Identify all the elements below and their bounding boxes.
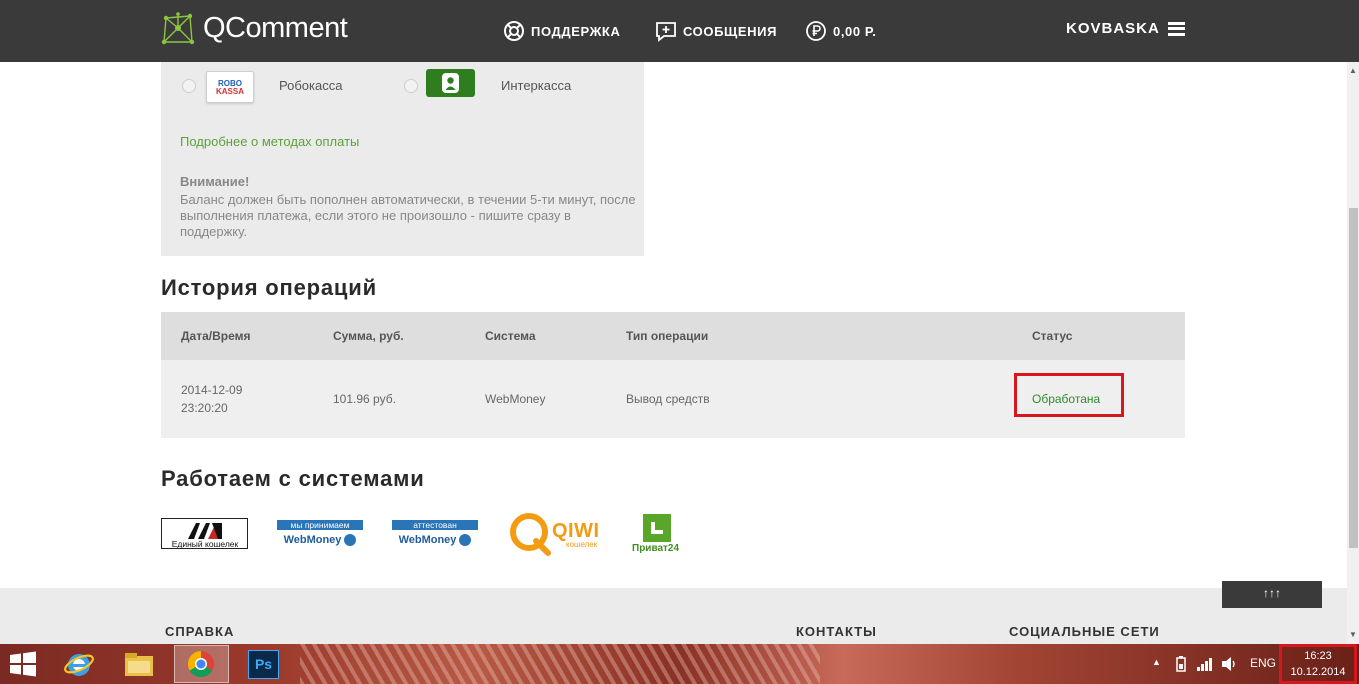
payment-methods-more-link[interactable]: Подробнее о методах оплаты	[180, 134, 359, 149]
edinyi-koshelek-mark-icon	[188, 523, 222, 539]
footer-help-heading: СПРАВКА	[165, 624, 235, 639]
webmoney-globe-icon	[344, 534, 357, 546]
col-header-system: Система	[485, 329, 536, 343]
nav-support[interactable]: ПОДДЕРЖКА	[503, 20, 620, 42]
user-menu[interactable]: KOVBASKA	[1066, 20, 1185, 37]
username: KOVBASKA	[1066, 20, 1160, 37]
privat24-mark-icon	[643, 514, 671, 542]
windows-start-icon[interactable]	[9, 651, 37, 677]
file-explorer-icon[interactable]	[122, 648, 156, 680]
warning-text: Баланс должен быть пополнен автоматическ…	[180, 192, 636, 239]
nav-messages[interactable]: СООБЩЕНИЯ	[655, 20, 777, 42]
webmoney-accept-caption: мы принимаем	[277, 520, 363, 530]
edinyi-koshelek-text: Единый кошелек	[171, 539, 239, 549]
warning-title: Внимание!	[180, 174, 250, 189]
tray-date: 10.12.2014	[1290, 666, 1346, 678]
tray-language[interactable]: ENG	[1250, 656, 1276, 670]
photoshop-label: Ps	[254, 656, 273, 672]
webmoney-attested-logo[interactable]: аттестован WebMoney	[392, 520, 478, 550]
col-header-date: Дата/Время	[181, 329, 251, 343]
tray-show-hidden-icon[interactable]: ▲	[1152, 657, 1161, 667]
interkassa-logo[interactable]	[426, 69, 475, 97]
col-header-status: Статус	[1032, 329, 1073, 343]
interkassa-lock-icon	[442, 73, 459, 93]
cell-amount: 101.96 руб.	[333, 392, 396, 406]
internet-explorer-icon[interactable]	[62, 648, 96, 680]
privat24-text: Приват24	[632, 543, 680, 554]
logo-network-icon[interactable]	[160, 12, 196, 48]
footer-social-heading: СОЦИАЛЬНЫЕ СЕТИ	[1009, 624, 1160, 639]
qiwi-subtext: кошелек	[566, 540, 598, 549]
scroll-up-arrow-icon[interactable]: ▲	[1349, 66, 1357, 75]
nav-support-label: ПОДДЕРЖКА	[531, 23, 621, 39]
tray-time: 16:23	[1304, 650, 1332, 662]
qiwi-q-icon	[510, 513, 551, 556]
cell-system: WebMoney	[485, 392, 546, 406]
scrollbar-thumb[interactable]	[1349, 208, 1358, 548]
method-label-interkassa[interactable]: Интеркасса	[501, 78, 571, 93]
webmoney-attested-caption: аттестован	[392, 520, 478, 530]
tray-battery-icon[interactable]	[1173, 655, 1189, 673]
robokassa-logo[interactable]: ROBO KASSA	[206, 71, 254, 103]
col-header-type: Тип операции	[626, 329, 709, 343]
cell-type: Вывод средств	[626, 392, 710, 406]
tray-network-icon[interactable]	[1196, 656, 1214, 672]
photoshop-icon[interactable]: Ps	[248, 650, 279, 679]
lifebuoy-icon	[504, 21, 524, 41]
nav-messages-label: СООБЩЕНИЯ	[683, 23, 778, 39]
webmoney-accept-logo[interactable]: мы принимаем WebMoney	[277, 520, 363, 550]
robokassa-logo-text-2: KASSA	[215, 87, 244, 96]
col-header-amount: Сумма, руб.	[333, 329, 404, 343]
chrome-icon[interactable]	[184, 648, 218, 680]
cell-time: 23:20:20	[181, 401, 228, 415]
edinyi-koshelek-logo[interactable]: Единый кошелек	[161, 518, 248, 549]
ruble-icon	[806, 21, 826, 41]
taskbar-wallpaper-pattern	[300, 644, 820, 684]
webmoney-globe-icon	[459, 534, 472, 546]
scroll-to-top-button[interactable]: ↑↑↑	[1222, 581, 1322, 608]
scroll-down-arrow-icon[interactable]: ▼	[1349, 630, 1357, 639]
privat24-logo[interactable]: Приват24	[632, 514, 688, 556]
menu-burger-icon[interactable]	[1167, 21, 1185, 36]
webmoney-accept-name: WebMoney	[283, 534, 342, 546]
radio-interkassa[interactable]	[404, 79, 418, 93]
tray-volume-icon[interactable]	[1220, 656, 1238, 672]
radio-robokassa[interactable]	[182, 79, 196, 93]
history-title: История операций	[161, 275, 377, 300]
webmoney-attested-name: WebMoney	[398, 534, 457, 546]
logo-text[interactable]: QComment	[203, 12, 348, 45]
partners-title: Работаем с системами	[161, 466, 425, 491]
add-message-icon	[656, 22, 676, 42]
method-label-robokassa[interactable]: Робокасса	[279, 78, 342, 93]
qiwi-logo[interactable]: QIWI кошелек	[508, 511, 608, 557]
nav-balance[interactable]: 0,00 Р.	[805, 20, 876, 42]
nav-balance-label: 0,00 Р.	[833, 23, 877, 39]
cell-date: 2014-12-09	[181, 383, 243, 397]
footer-contacts-heading: КОНТАКТЫ	[796, 624, 877, 639]
cell-status: Обработана	[1032, 392, 1101, 406]
